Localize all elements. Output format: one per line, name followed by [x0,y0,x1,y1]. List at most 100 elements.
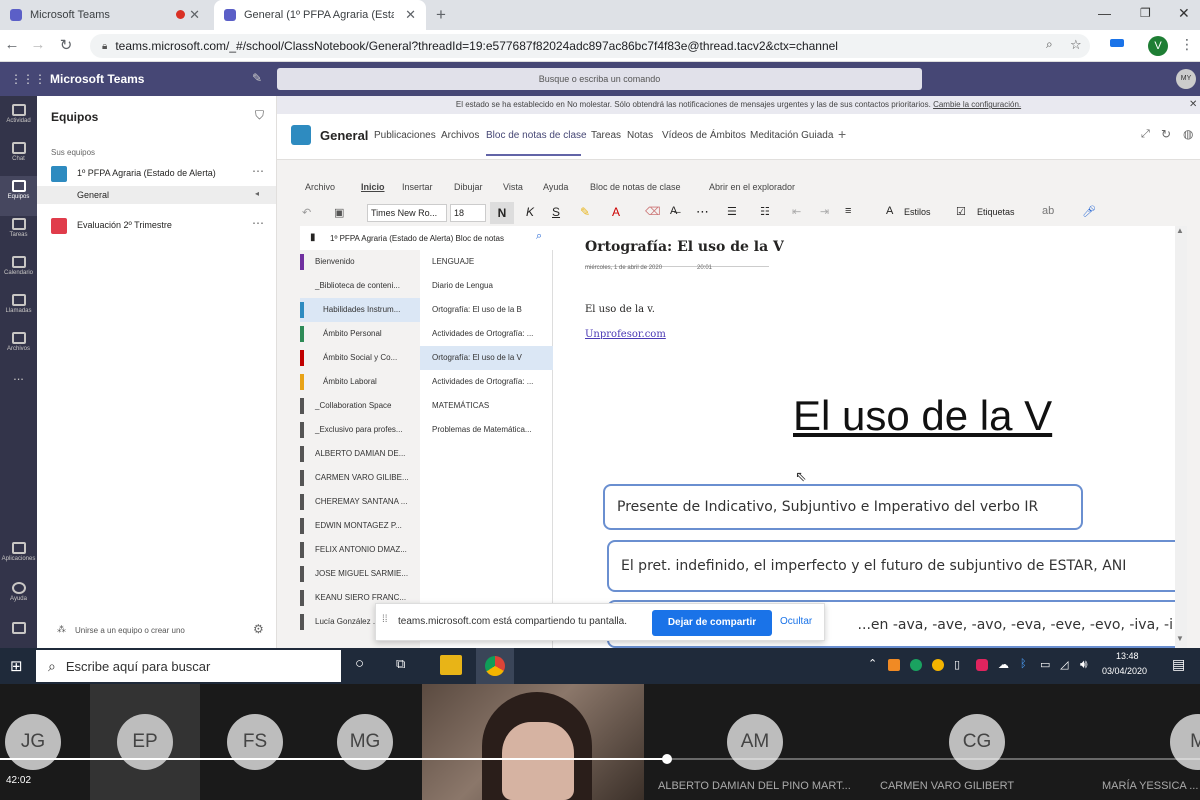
appbar-files[interactable]: Archivos [0,328,37,368]
section-item[interactable]: _Exclusivo para profes... [300,418,420,442]
styles-button[interactable]: Estilos [904,207,931,217]
highlight-icon[interactable]: ✎ [580,205,590,219]
tray-app-icon[interactable] [910,659,922,671]
volume-icon[interactable]: 🔊︎ [1080,657,1088,672]
clipboard-icon[interactable]: ▣ [334,206,344,219]
browser-tab-general[interactable]: General (1º PFPA Agraria (Estad ✕ [214,0,426,30]
page-item[interactable]: Actividades de Ortografía: ... [420,370,553,394]
browser-menu-icon[interactable]: ⋮ [1180,36,1194,53]
clock-time[interactable]: 13:48 [1116,651,1139,661]
participant-tile[interactable]: M MARÍA YESSICA ... [1088,684,1200,800]
menu-dibujar[interactable]: Dibujar [454,182,483,192]
menu-vista[interactable]: Vista [503,182,523,192]
tab-publicaciones[interactable]: Publicaciones [374,130,436,141]
filter-icon[interactable]: ⛉ [255,108,264,123]
battery-icon[interactable]: ▭ [1040,658,1050,671]
section-item[interactable]: Ámbito Personal [300,322,420,346]
wifi-icon[interactable]: ◿ [1060,658,1068,671]
page-item[interactable]: Problemas de Matemática... [420,418,553,442]
participant-tile[interactable]: AM ALBERTO DAMIAN DEL PINO MART... [644,684,866,800]
participant-video-tile[interactable] [422,684,644,800]
page-item[interactable]: Diario de Lengua [420,274,553,298]
join-team-icon[interactable]: ⁂ [57,624,66,635]
appbar-activity[interactable]: Actividad [0,100,37,140]
url-input[interactable]: 🔒︎ teams.microsoft.com/_#/school/ClassNo… [90,34,1090,58]
zoom-search-icon[interactable]: ⌕ [1046,37,1053,52]
bold-icon[interactable]: N [490,202,514,224]
section-item[interactable]: Habilidades Instrum... [300,298,420,322]
appbar-help[interactable]: Ayuda [0,578,37,618]
settings-gear-icon[interactable]: ⚙ [253,622,264,636]
tab-bloc-de-notas[interactable]: Bloc de notas de clase [486,130,587,141]
section-item[interactable]: _Collaboration Space [300,394,420,418]
page-item[interactable]: MATEMÁTICAS [420,394,553,418]
tab-videos[interactable]: Vídeos de Ámbitos [662,130,746,141]
minimize-icon[interactable]: — [1098,6,1111,21]
add-tab-icon[interactable]: + [838,126,846,142]
tab-tareas[interactable]: Tareas [591,130,621,141]
bullets-icon[interactable]: ☰ [727,205,737,218]
tray-app-icon[interactable] [976,659,988,671]
section-item[interactable]: CHEREMAY SANTANA ... [300,490,420,514]
note-canvas[interactable]: Ortografía: El uso de la V miércoles, 1 … [553,226,1187,648]
outdent-icon[interactable]: ⇤ [792,205,801,218]
restore-icon[interactable]: ❐ [1140,6,1151,20]
back-icon[interactable]: ← [2,36,22,53]
notification-settings-link[interactable]: Cambie la configuración. [933,100,1021,109]
close-tab-icon[interactable]: ✕ [405,7,416,23]
expand-icon[interactable]: ⤢ [1141,128,1150,141]
file-explorer-icon[interactable] [440,655,462,675]
menu-insertar[interactable]: Insertar [402,182,433,192]
section-item[interactable]: Bienvenido [300,250,420,274]
app-launcher-icon[interactable]: ⋮⋮⋮ [10,72,46,86]
menu-archivo[interactable]: Archivo [305,182,335,192]
participant-tile[interactable]: FS [200,684,310,800]
section-item[interactable]: EDWIN MONTAGEZ P... [300,514,420,538]
appbar-more[interactable]: ... [0,368,37,408]
dictate-mic-icon[interactable]: 🎤︎ [1082,205,1096,218]
menu-bloc-de-notas[interactable]: Bloc de notas de clase [590,182,681,192]
font-family-select[interactable]: Times New Ro... [367,204,447,222]
align-icon[interactable]: ≡ [845,205,851,217]
section-item[interactable]: JOSE MIGUEL SARMIE... [300,562,420,586]
participant-tile[interactable]: CG CARMEN VARO GILIBERT [866,684,1088,800]
close-tab-icon[interactable]: ✕ [189,7,200,23]
more-options-icon[interactable]: ⋯ [252,216,264,230]
window-close-icon[interactable]: ✕ [1178,5,1190,22]
close-notification-icon[interactable]: ✕ [1189,96,1197,114]
undo-icon[interactable]: ↶ [302,206,311,219]
more-options-icon[interactable]: ⋯ [252,164,264,178]
browser-tab-teams[interactable]: Microsoft Teams ✕ [0,0,210,30]
menu-ayuda[interactable]: Ayuda [543,182,568,192]
onedrive-icon[interactable]: ☁ [998,658,1009,671]
bookmark-star-icon[interactable]: ☆ [1070,37,1082,53]
action-center-icon[interactable]: ▤ [1172,656,1185,673]
italic-icon[interactable]: K [526,205,534,219]
section-item[interactable]: CARMEN VARO GILIBE... [300,466,420,490]
team-item[interactable]: 1º PFPA Agraria (Estado de Alerta) ⋯ [47,164,272,184]
tags-button[interactable]: Etiquetas [977,207,1015,217]
tab-archivos[interactable]: Archivos [441,130,479,141]
canvas-scrollbar[interactable]: ▲ ▼ [1175,226,1187,648]
clock-date[interactable]: 03/04/2020 [1102,666,1147,676]
appbar-assignments[interactable]: Tareas [0,214,37,254]
bluetooth-icon[interactable]: ᛒ [1020,658,1027,670]
menu-inicio[interactable]: Inicio [361,182,385,192]
reload-icon[interactable]: ↻ [56,36,76,54]
more-icon[interactable]: ⋯ [696,204,709,220]
usb-icon[interactable]: ▯ [954,658,960,671]
video-progress-track[interactable] [0,754,1200,764]
tab-notas[interactable]: Notas [627,130,653,141]
section-item[interactable]: ALBERTO DAMIAN DE... [300,442,420,466]
tray-chevron-icon[interactable]: ⌃ [868,657,877,670]
stop-sharing-button[interactable]: Dejar de compartir [652,610,772,636]
profile-avatar[interactable]: V [1148,36,1168,56]
search-icon[interactable]: ⌕ [536,230,542,243]
menu-abrir-explorador[interactable]: Abrir en el explorador [709,182,795,192]
windows-start-icon[interactable]: ⊞ [10,657,23,675]
page-item[interactable]: Ortografía: El uso de la B [420,298,553,322]
task-view-icon[interactable]: ⧉ [396,656,405,672]
font-color-icon[interactable]: A [612,205,620,219]
styles-brush-icon[interactable]: A [886,205,893,217]
appbar-calendar[interactable]: Calendario [0,252,37,292]
